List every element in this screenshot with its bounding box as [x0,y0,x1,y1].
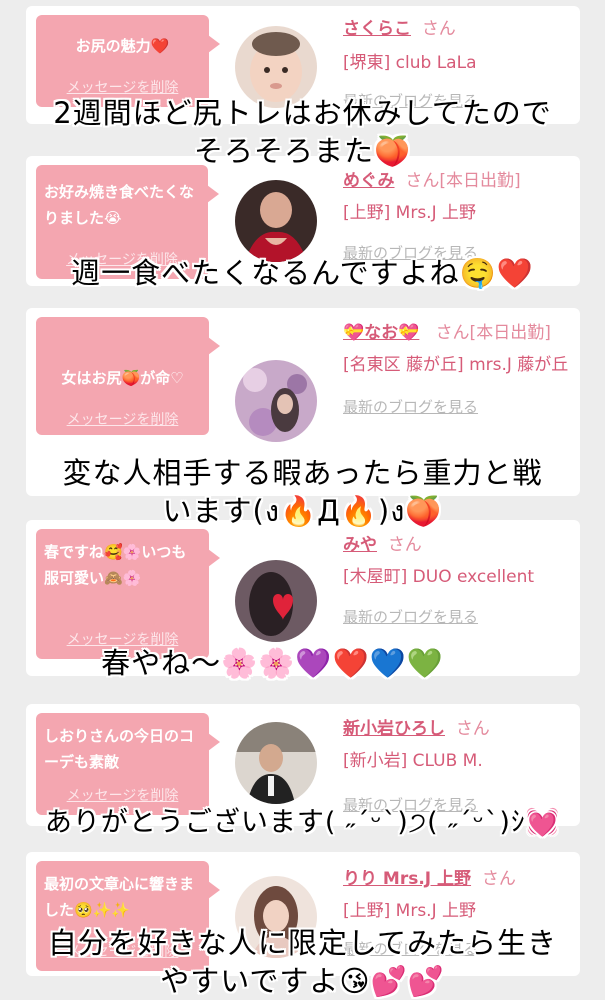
message-text: しおりさんの今日のコーデも素敵 [44,727,195,771]
honorific: さん [455,719,490,739]
shop-name: [名東区 藤が丘] mrs.J 藤が丘 [343,355,569,375]
message-bubble: 女はお尻🍑が命♡ メッセージを削除 [36,317,220,435]
honorific: さん[本日出勤] [405,171,521,191]
honorific: さん [481,869,516,889]
avatar[interactable] [235,560,317,642]
message-text: 最初の文章心に響きました🥺✨✨ [44,875,195,919]
reply-caption: 2週間ほど尻トレはお休みしてたので そろそろまた🍑 [53,96,552,168]
reply-caption: 春やね〜🌸🌸💜❤️💙💚 [101,646,444,680]
shop-name: [上野] Mrs.J 上野 [343,203,477,223]
sender-name[interactable]: めぐみ [343,171,395,191]
sender-name[interactable]: りり Mrs.J 上野 [343,869,471,889]
shop-name: [木屋町] DUO excellent [343,567,535,587]
message-text: お尻の魅力❤️ [75,37,170,55]
avatar[interactable] [235,722,317,804]
message-text: お好み焼き食べたくなりました😭 [44,183,195,227]
reply-caption: 自分を好きな人に限定してみたら生き やすいですよ😘💕💕 [47,926,558,998]
shop-name: [上野] Mrs.J 上野 [343,901,477,921]
shop-name: [堺東] club LaLa [343,53,477,73]
sender-name[interactable]: 💝なお💝 [343,323,419,343]
reply-caption: 変な人相手する暇あったら重力と戦 います(ง🔥Д🔥)ง🍑 [62,456,543,528]
avatar[interactable] [235,180,317,262]
avatar[interactable] [235,360,317,442]
honorific: さん [387,535,422,555]
blog-link[interactable]: 最新のブログを見る [343,392,575,422]
sender-name[interactable]: さくらこ [343,19,411,39]
delete-message-link[interactable]: メッセージを削除 [36,407,209,433]
honorific: さん[本日出勤] [435,323,551,343]
sender-name[interactable]: 新小岩ひろし [343,719,445,739]
reply-caption: 週一食べたくなるんですよね🤤❤️ [71,256,534,290]
sender-info: みや さん [木屋町] DUO excellent 最新のブログを見る [343,530,575,632]
message-text: 春ですね🥰🌸いつも服可愛い🙈🌸 [44,543,187,587]
shop-name: [新小岩] CLUB M. [343,751,483,771]
message-bubble: 春ですね🥰🌸いつも服可愛い🙈🌸 メッセージを削除 [36,529,220,659]
sender-info: 💝なお💝 さん[本日出勤] [名東区 藤が丘] mrs.J 藤が丘 最新のブログ… [343,318,575,422]
honorific: さん [421,19,456,39]
blog-link[interactable]: 最新のブログを見る [343,602,575,632]
sender-name[interactable]: みや [343,535,377,555]
sender-info: めぐみ さん[本日出勤] [上野] Mrs.J 上野 最新のブログを見る [343,166,575,268]
message-bubble: しおりさんの今日のコーデも素敵 メッセージを削除 [36,713,220,815]
message-text: 女はお尻🍑が命♡ [61,369,184,387]
reply-caption: ありがとうございます( ˶ˊᵕˋ)੭( ˶ˊᵕˋ)ｼ💓 [44,807,561,838]
